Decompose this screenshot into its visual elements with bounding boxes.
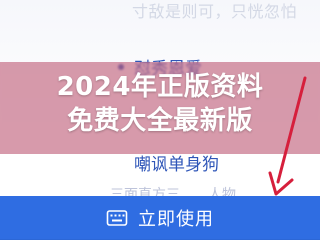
use-now-button-content: 立即使用 [106, 205, 214, 231]
keyboard-icon [106, 210, 128, 226]
promo-overlay-text: 2024年正版资料 免费大全最新版 [0, 70, 320, 138]
promo-line-2: 免费大全最新版 [67, 106, 253, 136]
screen: 寸敌是则可，只恍忽怕 怼秀恩爱 嘲讽单身狗 2024年正版资料 免费大全最新版 … [0, 0, 320, 240]
use-now-label: 立即使用 [138, 209, 214, 230]
use-now-button[interactable]: 立即使用 [0, 196, 320, 240]
promo-line-1: 2024年正版资料 [56, 72, 264, 102]
